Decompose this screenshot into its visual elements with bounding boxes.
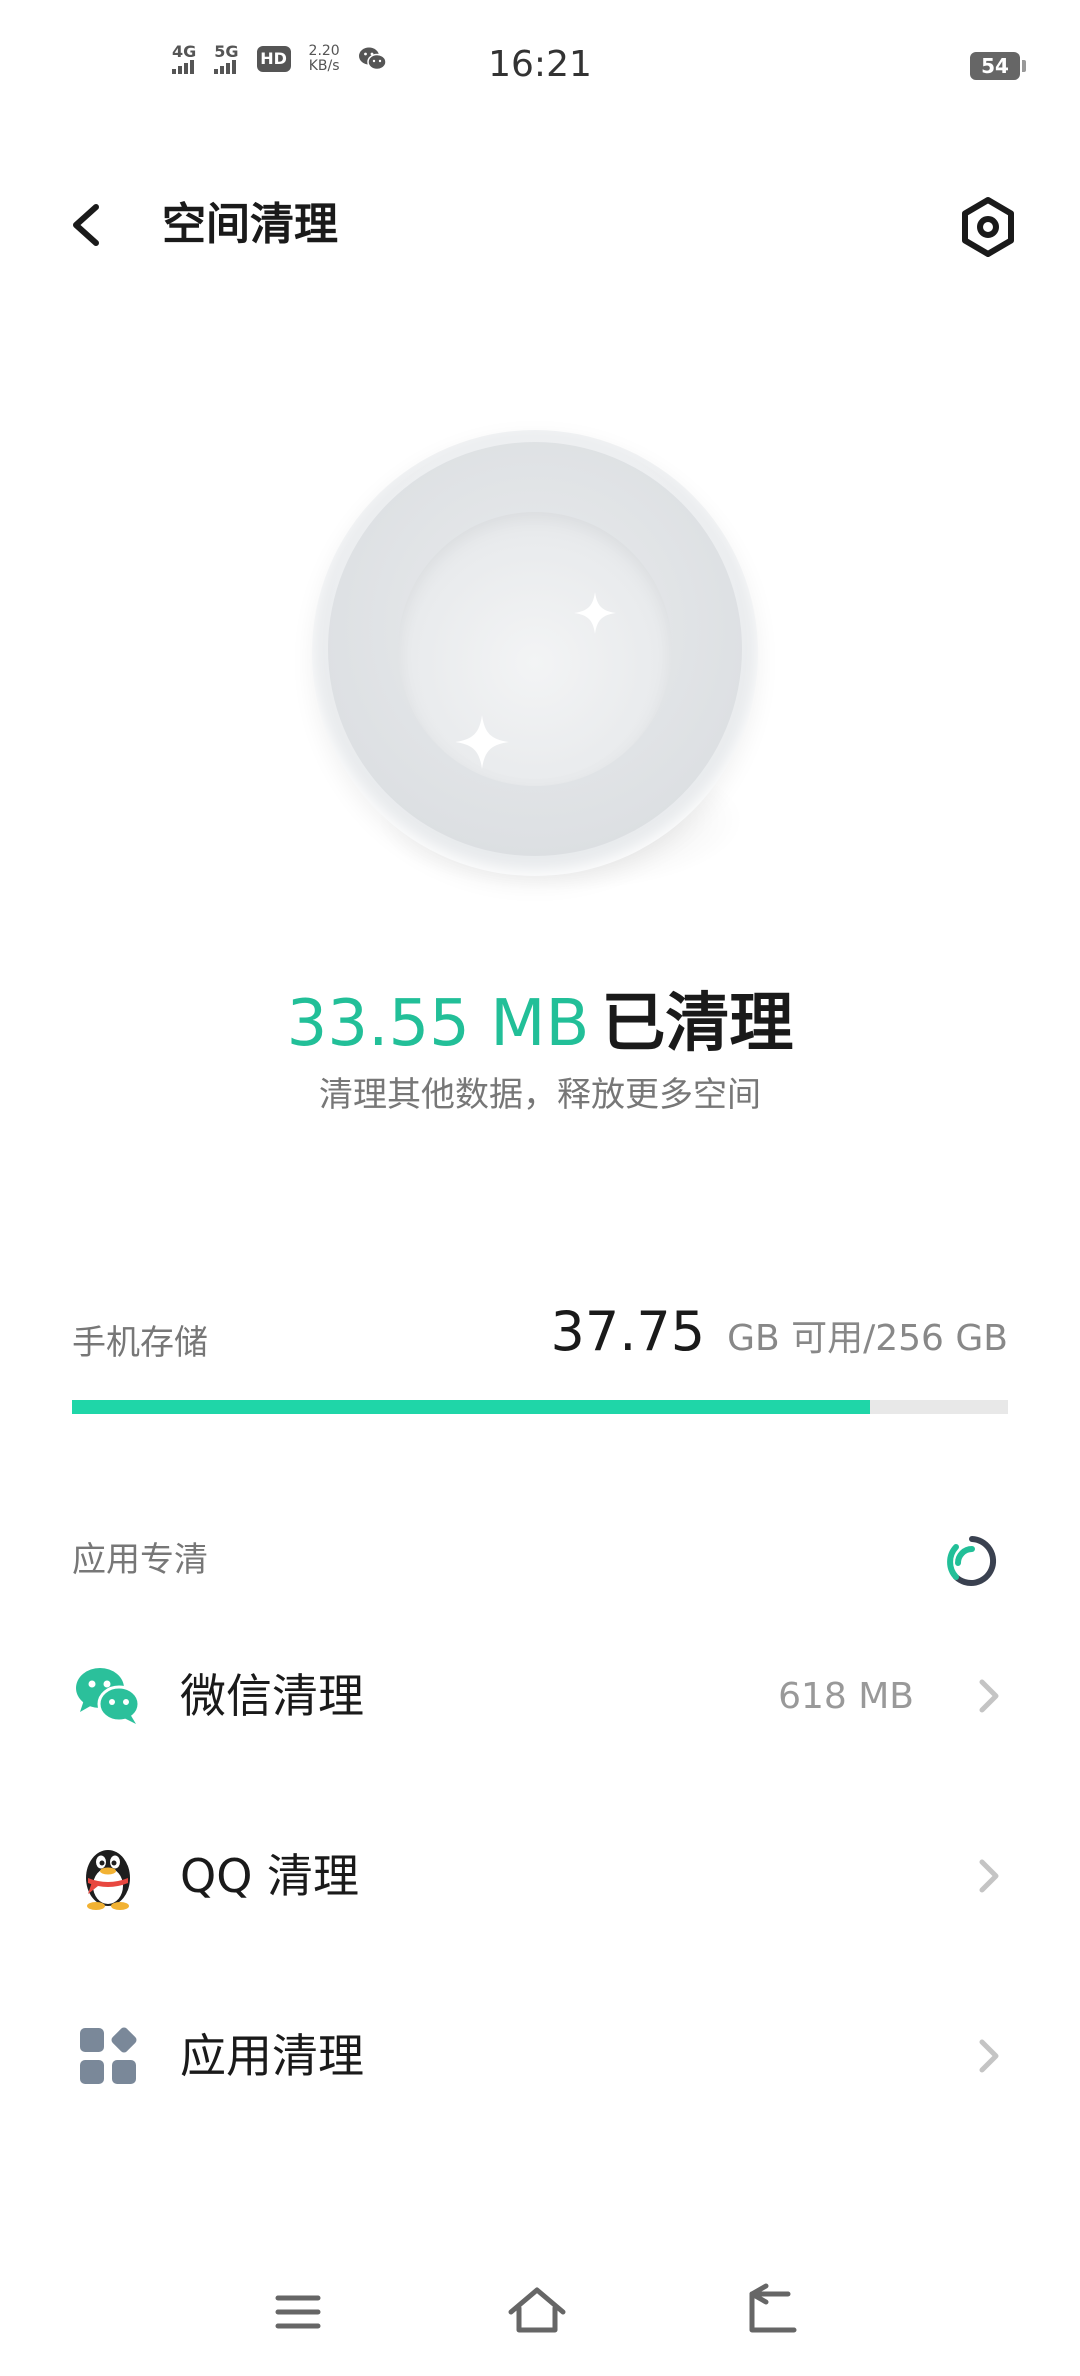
sparkle-icon — [574, 592, 616, 634]
storage-unit: GB 可用/256 GB — [727, 1318, 1008, 1359]
storage-label: 手机存储 — [72, 1323, 208, 1363]
apps-grid-icon — [80, 2027, 137, 2084]
item-label: 微信清理 — [180, 1669, 364, 1723]
status-time: 16:21 — [488, 44, 592, 85]
list-item-qq-clean[interactable]: QQ 清理 — [0, 1800, 1080, 1950]
chevron-right-icon — [979, 1859, 999, 1893]
storage-progress-bar — [72, 1400, 1008, 1414]
back-button[interactable] — [60, 195, 120, 255]
storage-progress-fill — [72, 1400, 871, 1414]
list-item-app-clean[interactable]: 应用清理 — [0, 1980, 1080, 2130]
back-nav-icon[interactable] — [740, 2280, 804, 2344]
app-header: 空间清理 — [0, 180, 1080, 270]
status-bar: 4G 5G HD 2.20 KB/s 16:21 54 — [0, 0, 1080, 130]
battery-icon: 54 — [970, 52, 1026, 80]
cleaned-subtitle: 清理其他数据，释放更多空间 — [319, 1075, 761, 1115]
cleaned-result: 33.55 MB 已清理 — [0, 984, 1080, 1064]
clean-bowl-illustration — [300, 420, 780, 940]
wechat-icon — [76, 1668, 141, 1724]
section-title: 应用专清 — [72, 1540, 208, 1580]
cleaned-label: 已清理 — [601, 987, 794, 1061]
chevron-right-icon — [979, 2039, 999, 2073]
list-item-wechat-clean[interactable]: 微信清理 618 MB — [0, 1620, 1080, 1770]
item-label: 应用清理 — [180, 2029, 364, 2083]
page-title: 空间清理 — [162, 199, 338, 250]
cleaned-amount: 33.55 MB — [286, 987, 590, 1061]
qq-penguin-icon — [86, 1850, 130, 1910]
item-size: 618 MB — [778, 1676, 914, 1717]
storage-available: 37.75 — [550, 1300, 706, 1363]
system-nav-bar — [0, 2260, 1080, 2360]
bowl-inner — [398, 512, 672, 786]
home-icon[interactable] — [505, 2280, 569, 2344]
menu-icon[interactable] — [266, 2280, 330, 2344]
loading-spinner-icon — [947, 1536, 997, 1586]
chevron-right-icon — [979, 1679, 999, 1713]
storage-value: 37.75 GB 可用/256 GB — [550, 1300, 1008, 1363]
item-label: QQ 清理 — [180, 1849, 360, 1903]
sparkle-icon — [455, 715, 509, 769]
settings-hex-icon[interactable] — [956, 195, 1020, 259]
